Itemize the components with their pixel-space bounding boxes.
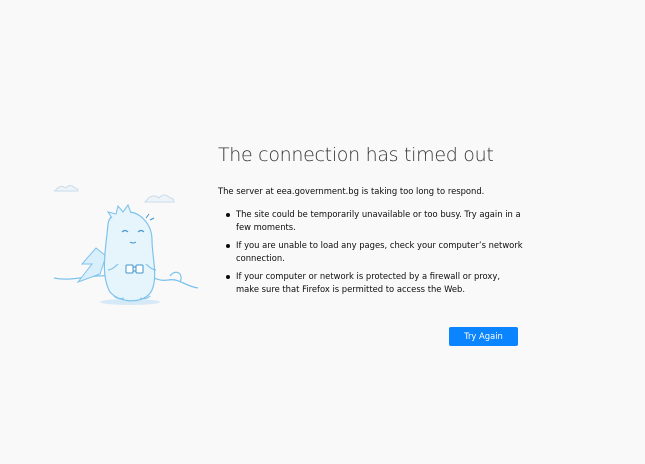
reason-text: If your computer or network is protected… — [236, 271, 500, 294]
reason-text: The site could be temporarily unavailabl… — [236, 209, 521, 232]
reasons-list: The site could be temporarily unavailabl… — [218, 208, 523, 296]
reason-text: If you are unable to load any pages, che… — [236, 240, 523, 263]
bullet-icon — [226, 275, 230, 279]
bullet-icon — [226, 213, 230, 217]
try-again-button[interactable]: Try Again — [449, 327, 518, 346]
list-item: The site could be temporarily unavailabl… — [226, 208, 523, 234]
bullet-icon — [226, 244, 230, 248]
page-title: The connection has timed out — [218, 144, 494, 166]
dino-unplugged-cable-icon — [48, 178, 206, 318]
list-item: If you are unable to load any pages, che… — [226, 239, 523, 265]
error-description: The server at eea.government.bg is takin… — [218, 186, 485, 196]
error-page: The connection has timed out The server … — [0, 0, 645, 464]
error-content: The connection has timed out The server … — [218, 140, 523, 301]
list-item: If your computer or network is protected… — [226, 270, 523, 296]
